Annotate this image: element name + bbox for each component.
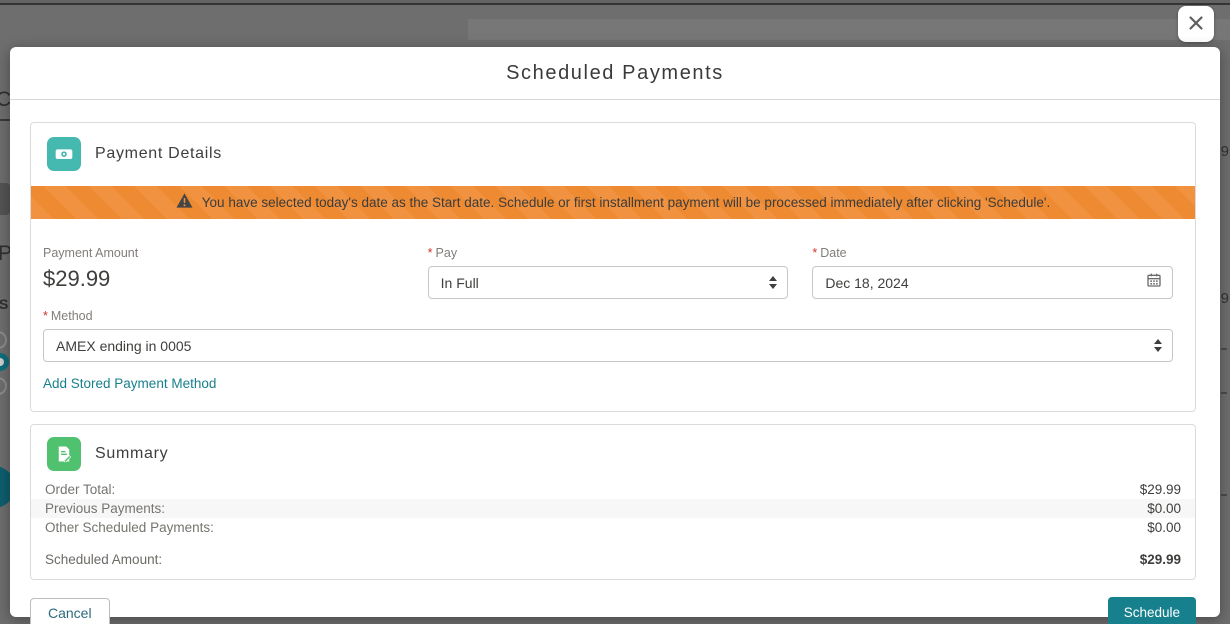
summary-title: Summary — [95, 445, 168, 463]
close-icon — [1187, 14, 1205, 35]
warning-text: You have selected today's date as the St… — [202, 195, 1050, 210]
add-stored-payment-method-link[interactable]: Add Stored Payment Method — [43, 376, 216, 391]
summary-row-label: Previous Payments: — [45, 500, 165, 517]
modal-footer: Cancel Schedule — [30, 597, 1196, 624]
summary-row-value: $0.00 — [1147, 500, 1181, 517]
background-price-fragment: 9 — [1221, 290, 1229, 307]
payment-amount-value: $29.99 — [43, 266, 404, 292]
summary-row-value: $0.00 — [1147, 519, 1181, 536]
background-text-fragment: S — [0, 296, 10, 312]
background-radio-fragment — [0, 377, 7, 395]
warning-triangle-icon — [176, 193, 193, 213]
summary-total-label: Scheduled Amount: — [45, 551, 162, 568]
summary-row-label: Order Total: — [45, 481, 115, 498]
method-select[interactable]: AMEX ending in 0005 — [43, 329, 1173, 362]
summary-header: Summary — [31, 425, 1195, 480]
cancel-button[interactable]: Cancel — [30, 598, 110, 624]
payment-amount-field: Payment Amount $29.99 — [43, 246, 404, 299]
select-spinner-icon — [1154, 339, 1162, 352]
close-button[interactable] — [1178, 6, 1214, 42]
banknote-icon — [47, 137, 81, 171]
summary-card: Summary Order Total: $29.99 Previous Pay… — [30, 424, 1196, 580]
payment-details-card: Payment Details You have selected today'… — [30, 122, 1196, 412]
background-text-fragment: C — [0, 88, 10, 112]
date-label: *Date — [812, 246, 1173, 260]
warning-banner: You have selected today's date as the St… — [31, 186, 1195, 219]
screen: C P S 9 9 Scheduled Payments — [0, 0, 1230, 624]
pay-label: *Pay — [428, 246, 789, 260]
payment-details-header: Payment Details — [31, 123, 1195, 183]
pay-select[interactable]: In Full — [428, 266, 789, 299]
summary-row-scheduled-amount: Scheduled Amount: $29.99 — [31, 550, 1195, 569]
summary-row-order-total: Order Total: $29.99 — [31, 480, 1195, 499]
required-marker: * — [428, 246, 433, 260]
date-input[interactable]: Dec 18, 2024 — [812, 266, 1173, 299]
background-light-band — [468, 19, 1230, 40]
modal-header: Scheduled Payments — [10, 47, 1220, 100]
scheduled-payments-modal: Scheduled Payments Payment Details — [10, 47, 1220, 617]
method-select-value: AMEX ending in 0005 — [56, 338, 191, 354]
background-dash-fragment — [1221, 348, 1227, 350]
summary-total-value: $29.99 — [1140, 551, 1181, 568]
summary-rows: Order Total: $29.99 Previous Payments: $… — [31, 480, 1195, 569]
pay-select-value: In Full — [441, 275, 479, 291]
summary-row-previous-payments: Previous Payments: $0.00 — [31, 499, 1195, 518]
summary-row-label: Other Scheduled Payments: — [45, 519, 214, 536]
pay-field: *Pay In Full — [428, 246, 789, 299]
select-spinner-icon — [769, 276, 777, 289]
summary-row-value: $29.99 — [1140, 481, 1181, 498]
payment-form-row: Payment Amount $29.99 *Pay In Full *Date — [31, 219, 1195, 299]
background-dash-fragment — [1221, 494, 1227, 496]
background-radio-selected-fragment — [0, 353, 9, 371]
required-marker: * — [812, 246, 817, 260]
method-field: *Method AMEX ending in 0005 — [31, 299, 1195, 362]
modal-body: Payment Details You have selected today'… — [10, 100, 1220, 624]
schedule-button[interactable]: Schedule — [1108, 597, 1196, 624]
document-edit-icon — [47, 437, 81, 471]
background-radio-fragment — [0, 331, 7, 349]
background-bar-fragment — [0, 183, 10, 215]
payment-details-title: Payment Details — [95, 145, 222, 163]
method-label: *Method — [43, 309, 1173, 323]
background-price-fragment: 9 — [1221, 143, 1229, 160]
modal-title: Scheduled Payments — [506, 62, 724, 85]
required-marker: * — [43, 309, 48, 323]
date-input-value: Dec 18, 2024 — [825, 275, 908, 291]
background-divider-fragment — [0, 119, 10, 121]
calendar-icon[interactable] — [1146, 272, 1162, 293]
payment-amount-label: Payment Amount — [43, 246, 404, 260]
background-top-bar — [0, 0, 1230, 5]
background-dash-fragment — [1221, 392, 1227, 394]
summary-row-other-scheduled: Other Scheduled Payments: $0.00 — [31, 518, 1195, 537]
date-field: *Date Dec 18, 2024 — [812, 246, 1173, 299]
background-text-fragment: P — [0, 242, 10, 266]
